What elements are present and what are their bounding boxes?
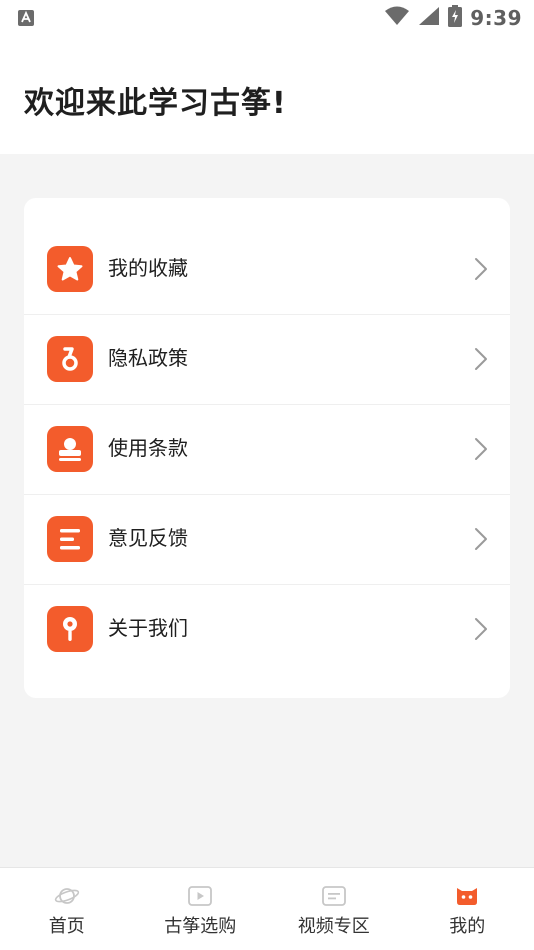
- chevron-right-icon: [470, 437, 492, 461]
- menu-item-terms-of-use[interactable]: 使用条款: [24, 405, 510, 495]
- menu-item-feedback[interactable]: 意见反馈: [24, 495, 510, 585]
- nav-item-video-zone[interactable]: 视频专区: [267, 868, 401, 950]
- location-pin-icon: [47, 606, 93, 652]
- page-title: 欢迎来此学习古筝!: [24, 86, 287, 121]
- chevron-right-icon: [470, 617, 492, 641]
- status-icons: 9:39: [384, 5, 522, 31]
- planet-icon: [54, 884, 80, 908]
- chevron-right-icon: [470, 347, 492, 371]
- stamp-icon: [47, 426, 93, 472]
- chevron-right-icon: [470, 527, 492, 551]
- menu-item-label: 关于我们: [108, 616, 188, 640]
- menu-item-label: 使用条款: [108, 436, 188, 460]
- menu-item-label: 意见反馈: [108, 526, 188, 550]
- status-time: 9:39: [470, 6, 522, 30]
- nav-label: 视频专区: [297, 916, 370, 937]
- chevron-right-icon: [470, 257, 492, 281]
- battery-charging-icon: [448, 5, 463, 31]
- menu-item-label: 隐私政策: [108, 346, 188, 370]
- menu-card: 我的收藏 隐私政策 使用条款 意见反馈 关于我们: [24, 198, 510, 698]
- keyboard-a-icon: [17, 9, 35, 27]
- menu-item-label: 我的收藏: [108, 256, 188, 280]
- header: 欢迎来此学习古筝!: [0, 36, 534, 154]
- nav-label: 首页: [48, 916, 85, 937]
- nav-item-guzheng-shopping[interactable]: 古筝选购: [134, 868, 268, 950]
- menu-item-favorites[interactable]: 我的收藏: [24, 225, 510, 315]
- play-video-icon: [187, 884, 213, 908]
- menu-item-privacy-policy[interactable]: 隐私政策: [24, 315, 510, 405]
- signal-icon: [418, 6, 440, 30]
- status-bar: 9:39: [0, 0, 534, 36]
- wifi-icon: [384, 6, 410, 30]
- menu-item-about-us[interactable]: 关于我们: [24, 585, 510, 675]
- star-icon: [47, 246, 93, 292]
- message-icon: [321, 884, 347, 908]
- nav-label: 古筝选购: [164, 916, 237, 937]
- feedback-list-icon: [47, 516, 93, 562]
- privacy-icon: [47, 336, 93, 382]
- nav-item-home[interactable]: 首页: [0, 868, 134, 950]
- bottom-nav: 首页 古筝选购 视频专区 我的: [0, 867, 534, 950]
- cat-face-icon: [454, 884, 480, 908]
- menu-list: 我的收藏 隐私政策 使用条款 意见反馈 关于我们: [24, 225, 510, 675]
- nav-label: 我的: [449, 916, 486, 937]
- nav-item-mine[interactable]: 我的: [401, 868, 534, 950]
